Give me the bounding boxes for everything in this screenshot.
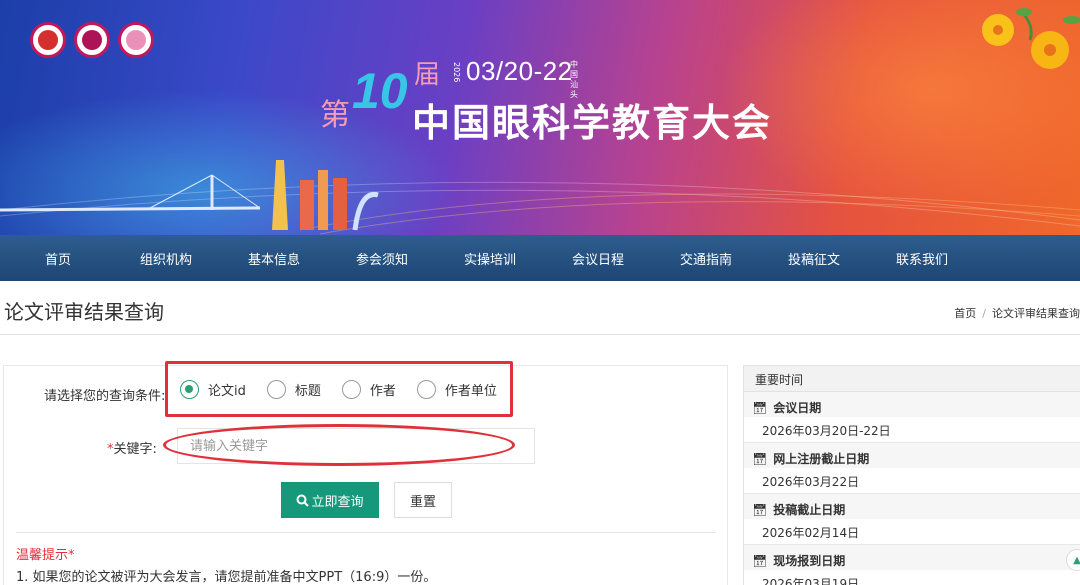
page-title: 论文评审结果查询 [4, 300, 164, 324]
breadcrumb-separator: / [982, 307, 986, 320]
banner-edition-number: 10 [352, 63, 408, 119]
tips-title: 温馨提示* [16, 548, 75, 563]
nav-item-home[interactable]: 首页 [4, 249, 112, 268]
nav-item-submission[interactable]: 投稿征文 [760, 249, 868, 268]
nav-item-basic-info[interactable]: 基本信息 [220, 249, 328, 268]
date-item-registration-deadline: 📅︎ 网上注册截止日期 2026年03月22日 [744, 443, 1080, 494]
banner-dates: 03/20-22 [466, 56, 573, 86]
flowers-decoration [982, 8, 1080, 69]
banner-main-title: 中国眼科学教育大会 [412, 101, 773, 145]
banner-jie: 届 [414, 60, 441, 90]
nav-item-attendee-notice[interactable]: 参会须知 [328, 249, 436, 268]
important-dates-panel: 重要时间 📅︎ 会议日期 2026年03月20日-22日 📅︎ 网上注册截止日期 2… [743, 365, 1080, 585]
magnifier-icon [296, 494, 310, 507]
date-item-label: 投稿截止日期 [773, 503, 846, 517]
breadcrumb: 首页 / 论文评审结果查询 [954, 305, 1080, 321]
breadcrumb-current: 论文评审结果查询 [992, 307, 1080, 320]
date-item-value: 2026年03月22日 [762, 475, 860, 489]
banner-title-block: 第 10 届 2026 03/20-22 中国 汕头 中国眼科学教育大会 [320, 48, 800, 145]
conference-banner: 第 10 届 2026 03/20-22 中国 汕头 中国眼科学教育大会 [0, 0, 1080, 235]
organizer-logo-3 [118, 22, 154, 58]
nav-item-schedule[interactable]: 会议日程 [544, 249, 652, 268]
nav-item-contact[interactable]: 联系我们 [868, 249, 976, 268]
banner-year: 2026 [452, 62, 461, 83]
organizer-logo-2 [74, 22, 110, 58]
search-button-label: 立即查询 [311, 494, 364, 510]
annotation-red-ellipse [163, 424, 515, 466]
date-item-meeting: 📅︎ 会议日期 2026年03月20日-22日 [744, 392, 1080, 443]
calendar-icon: 📅︎ [752, 400, 768, 415]
calendar-icon: 📅︎ [752, 553, 768, 568]
banner-di: 第 [320, 98, 350, 133]
keyword-label-text: 关键字: [113, 442, 157, 457]
annotation-red-box [165, 361, 513, 417]
date-item-value: 2026年02月14日 [762, 526, 860, 540]
nav-item-training[interactable]: 实操培训 [436, 249, 544, 268]
date-item-label: 会议日期 [773, 401, 822, 415]
date-item-label: 现场报到日期 [773, 554, 846, 568]
important-dates-title: 重要时间 [744, 366, 1080, 392]
city-skyline-illustration [0, 160, 1080, 235]
date-item-value: 2026年03月19日 [762, 577, 860, 585]
keyword-label: *关键字: [107, 438, 157, 457]
form-divider [16, 532, 716, 533]
search-button[interactable]: 立即查询 [281, 482, 379, 518]
date-item-value: 2026年03月20日-22日 [762, 424, 891, 438]
breadcrumb-home[interactable]: 首页 [954, 307, 976, 320]
main-nav: 首页 组织机构 基本信息 参会须知 实操培训 会议日程 交通指南 投稿征文 联系… [0, 235, 1080, 281]
reset-button[interactable]: 重置 [394, 482, 452, 518]
nav-item-organization[interactable]: 组织机构 [112, 249, 220, 268]
organizer-logo-1 [30, 22, 66, 58]
date-item-label: 网上注册截止日期 [773, 452, 870, 466]
header-divider [0, 334, 1080, 335]
calendar-icon: 📅︎ [752, 451, 768, 466]
calendar-icon: 📅︎ [752, 502, 768, 517]
date-item-onsite-registration: 📅︎ 现场报到日期 2026年03月19日 [744, 545, 1080, 585]
tip-item-1: 1. 如果您的论文被评为大会发言，请您提前准备中文PPT（16:9）一份。 [16, 570, 437, 585]
nav-item-transport[interactable]: 交通指南 [652, 249, 760, 268]
organizer-logos [30, 22, 154, 58]
date-item-submission-deadline: 📅︎ 投稿截止日期 2026年02月14日 [744, 494, 1080, 545]
condition-label: 请选择您的查询条件: [44, 389, 166, 404]
